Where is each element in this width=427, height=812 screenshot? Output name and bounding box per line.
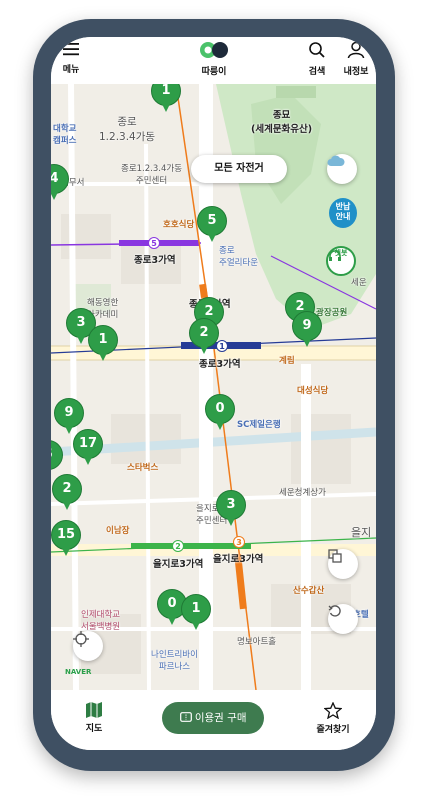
label-ninetree: 나인트리바이 파르나스 xyxy=(151,650,198,672)
line3-badge-euljiro: 3 xyxy=(233,536,245,548)
label-jongno3ga-main: 종로3가역 xyxy=(199,359,241,370)
crosshair-icon xyxy=(73,631,89,647)
return-guide-button[interactable]: 반납 안내 xyxy=(329,198,357,228)
bike-station-pin[interactable]: 9 xyxy=(292,311,322,349)
label-eulji: 을지 xyxy=(351,526,372,539)
label-jongno-center: 종로1.2.3.4가동 주민센터 xyxy=(121,164,183,186)
buy-pass-button[interactable]: 이용권 구매 xyxy=(162,702,264,734)
label-starbucks: 스타벅스 xyxy=(127,463,159,473)
cloud-icon xyxy=(327,155,345,166)
bike-station-pin[interactable]: 2 xyxy=(52,474,82,512)
bike-station-pin[interactable]: 17 xyxy=(73,429,103,467)
user-icon xyxy=(347,41,365,59)
search-label: 검색 xyxy=(308,67,326,77)
ttareungi-logo-icon xyxy=(200,42,228,58)
headset-icon xyxy=(329,250,341,261)
ticket-icon xyxy=(179,712,192,722)
all-bikes-button[interactable]: 모든 자전거 xyxy=(191,155,287,183)
buy-pass-label: 이용권 구매 xyxy=(194,712,247,724)
mypage-button[interactable]: 내정보 xyxy=(341,41,371,77)
label-gyerim: 계림 xyxy=(279,356,295,366)
label-seun: 세운청계상가 xyxy=(279,488,326,498)
label-inje: 인제대학교 서울백병원 xyxy=(81,610,121,632)
label-jongno-area: 종로 1.2.3.4가동 xyxy=(99,116,156,143)
bike-station-pin[interactable]: 15 xyxy=(51,520,81,558)
my-location-button[interactable] xyxy=(73,631,103,661)
refresh-button[interactable] xyxy=(328,604,358,634)
bike-station-pin[interactable]: 0 xyxy=(205,394,235,432)
chatbot-button[interactable]: 챗봇 xyxy=(326,246,356,276)
label-hoho: 호호식당 xyxy=(163,220,195,230)
label-jongno3ga-upper: 종로3가역 xyxy=(134,255,176,266)
bike-station-pin[interactable]: 6 xyxy=(51,440,63,478)
label-sewoon-top: 세운 xyxy=(351,278,367,288)
top-bar: 메뉴 따릉이 검색 내정보 xyxy=(51,37,376,84)
app-screen: 메뉴 따릉이 검색 내정보 5 1 2 3 종로 1.2.3.4가동 종묘 (세… xyxy=(51,37,376,750)
mypage-label: 내정보 xyxy=(343,67,369,77)
favorites-label: 즐겨찾기 xyxy=(316,725,350,735)
weather-button[interactable] xyxy=(327,154,357,184)
favorites-tab[interactable]: 즐겨찾기 xyxy=(313,701,353,735)
bottom-bar: 지도 이용권 구매 즐겨찾기 xyxy=(51,690,376,750)
label-euljiro3ga-left: 을지로3가역 xyxy=(153,559,204,570)
layers-icon xyxy=(328,549,342,563)
bike-station-pin[interactable]: 3 xyxy=(216,490,246,528)
layers-button[interactable] xyxy=(328,549,358,579)
map-tab[interactable]: 지도 xyxy=(79,702,109,734)
line2-badge: 2 xyxy=(172,540,184,552)
label-sc-bank: SC제일은행 xyxy=(237,420,281,430)
refresh-icon xyxy=(328,605,341,617)
star-icon xyxy=(323,701,343,720)
label-sansu: 산수갑산 xyxy=(293,586,325,596)
app-label: 따릉이 xyxy=(201,67,227,77)
label-inamjang: 이남장 xyxy=(106,526,130,536)
label-jewelry-town: 종로 주얼리타운 xyxy=(219,246,259,268)
menu-button[interactable]: 메뉴 xyxy=(59,41,83,75)
search-icon xyxy=(309,42,325,58)
label-myeongbo: 명보아트홀 xyxy=(237,637,277,647)
label-college: 대학교 캠퍼스 xyxy=(53,124,77,146)
label-euljiro3ga-right: 을지로3가역 xyxy=(213,554,264,565)
naver-logo: NAVER xyxy=(65,668,92,676)
bike-station-pin[interactable]: 4 xyxy=(51,164,69,202)
map-icon xyxy=(86,702,102,718)
app-logo-button[interactable]: 따릉이 xyxy=(197,41,231,77)
menu-icon xyxy=(63,43,79,56)
bike-station-pin[interactable]: 1 xyxy=(151,84,181,114)
label-jongmyo: 종묘 (세계문화유산) xyxy=(251,110,313,135)
bike-station-pin[interactable]: 1 xyxy=(181,594,211,632)
line5-badge: 5 xyxy=(148,237,160,249)
label-daeseong: 대성식당 xyxy=(297,386,329,396)
map-tab-label: 지도 xyxy=(85,724,103,734)
bike-station-pin[interactable]: 2 xyxy=(189,318,219,356)
search-button[interactable]: 검색 xyxy=(305,41,329,77)
bike-station-pin[interactable]: 1 xyxy=(88,325,118,363)
bike-station-pin[interactable]: 5 xyxy=(197,206,227,244)
map-view[interactable]: 5 3 1 2 3 종로 1.2.3.4가동 종묘 (세계문화유산) 종로1.2… xyxy=(51,84,376,690)
menu-label: 메뉴 xyxy=(62,65,80,75)
